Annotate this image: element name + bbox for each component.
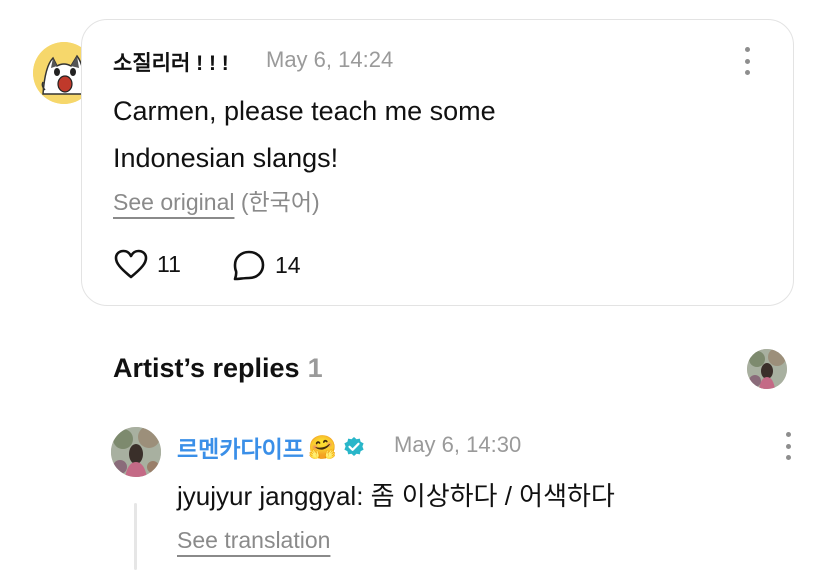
see-translation-link[interactable]: See translation [177,527,330,554]
heart-icon [114,249,148,279]
reply-author-row: 르멘카다이프 🤗 [177,430,365,464]
verified-badge-icon [344,437,364,456]
reply-timestamp: May 6, 14:30 [394,432,522,457]
see-original-link[interactable]: See original [113,189,234,215]
see-original-row: See original (한국어) [113,183,320,217]
original-language-label: (한국어) [240,189,320,215]
speech-bubble-icon [233,250,265,281]
comment-timestamp: May 6, 14:24 [266,47,394,72]
comment-text-line: Indonesian slangs! [113,143,339,173]
artist-replies-title: Artist’s replies [113,353,300,383]
artist-photo-icon [111,427,161,477]
comment-text-line: Carmen, please teach me some [113,96,496,126]
reply-more-options-icon[interactable] [785,432,791,460]
reply-author-avatar[interactable] [111,427,161,477]
like-button[interactable]: 11 [114,249,181,279]
hugging-face-emoji: 🤗 [307,433,337,460]
artist-replies-header: Artist’s replies 1 [113,353,323,384]
comment-text: Carmen, please teach me some Indonesian … [113,88,673,182]
reply-text: jyujyur janggyal: 좀 이상하다 / 어색하다 [177,481,615,511]
artist-replies-count: 1 [307,353,323,383]
reply-author-name[interactable]: 르멘카다이프 [177,430,304,464]
artist-photo-icon [747,349,787,389]
reply-count: 14 [275,251,301,278]
thread-line [134,503,137,570]
artist-avatar-small[interactable] [747,349,787,389]
comment-author[interactable]: 소질리러 ! ! ! [113,47,229,77]
comment-more-options-icon[interactable] [744,47,750,75]
reply-button[interactable]: 14 [232,249,301,281]
like-count: 11 [157,250,181,277]
